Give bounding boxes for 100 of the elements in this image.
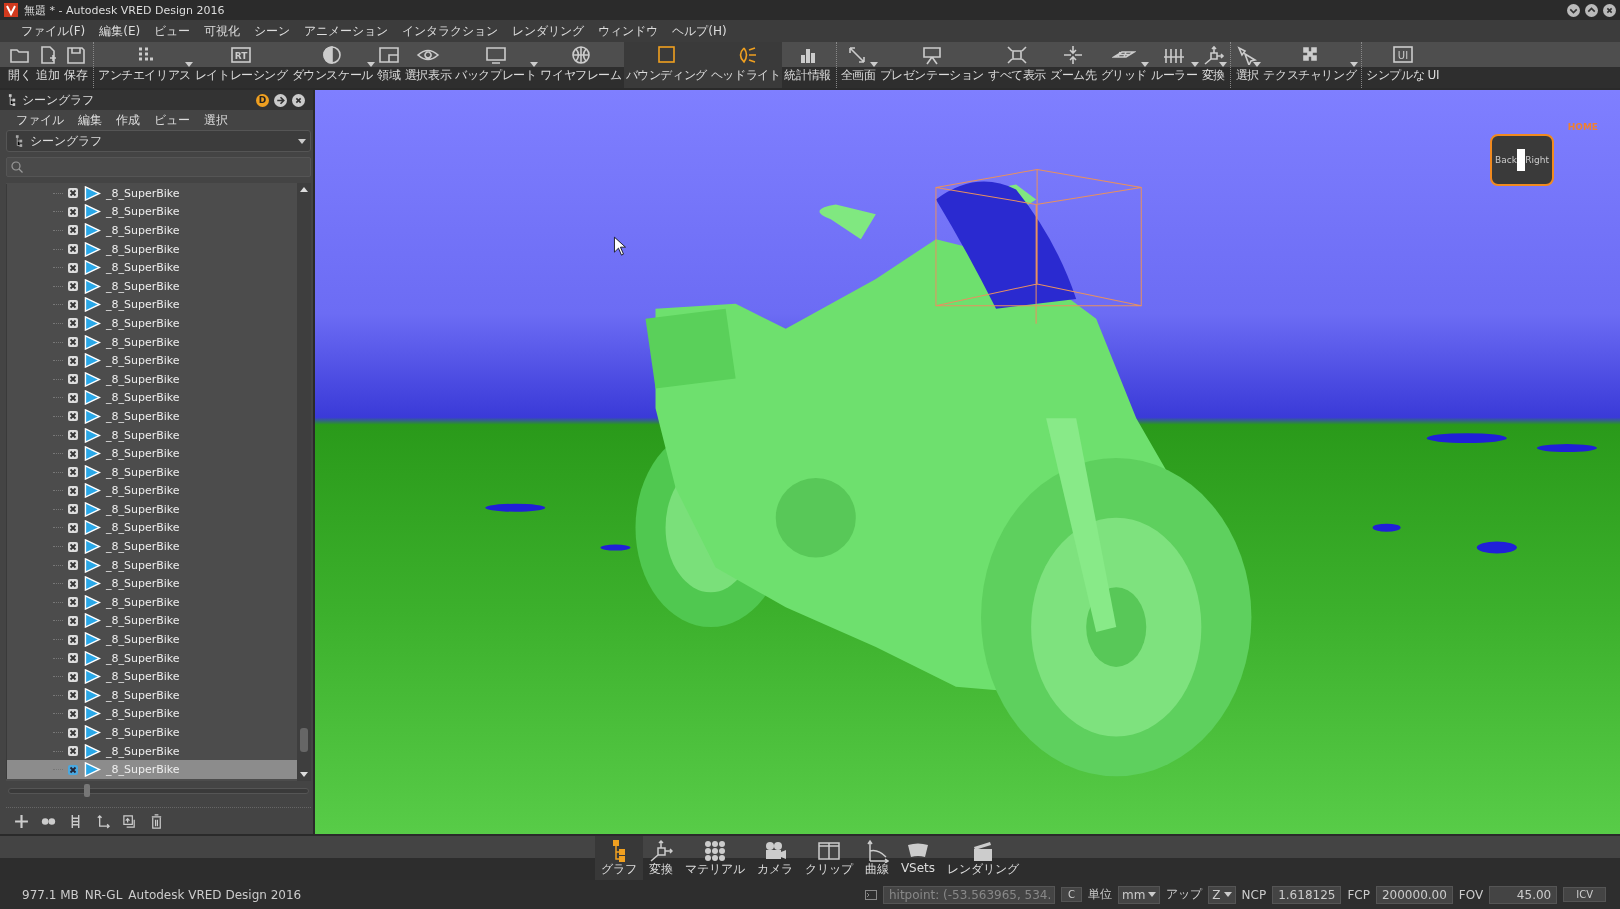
tree-item[interactable]: _8_SuperBike: [6, 462, 297, 482]
toolbar-button[interactable]: アンチエイリアス: [93, 42, 193, 88]
trash-icon[interactable]: [149, 813, 164, 829]
tree-item[interactable]: _8_SuperBike: [6, 537, 297, 556]
toolbar-button[interactable]: 追加: [34, 42, 62, 88]
toolbar-button[interactable]: テクスチャリング: [1261, 42, 1359, 88]
tree-item[interactable]: _8_SuperBike: [6, 648, 297, 668]
menu-item[interactable]: ビュー: [154, 111, 190, 129]
dock-tab[interactable]: レンダリング: [941, 836, 1026, 880]
scroll-thumb[interactable]: [300, 728, 308, 752]
dock-tab[interactable]: 変換: [642, 836, 679, 880]
visibility-checkbox[interactable]: [68, 523, 78, 533]
visibility-checkbox[interactable]: [68, 448, 78, 459]
dock-tab[interactable]: 曲線: [858, 836, 895, 880]
toolbar-button[interactable]: プレゼンテーション: [877, 42, 987, 88]
visibility-checkbox[interactable]: [68, 374, 78, 385]
up-axis-dropdown[interactable]: Z: [1208, 885, 1236, 904]
tree-item[interactable]: _8_SuperBike: [6, 258, 297, 277]
axes-icon[interactable]: [95, 813, 110, 829]
tree-item[interactable]: _8_SuperBike: [6, 686, 297, 705]
console-icon[interactable]: [864, 889, 877, 900]
toolbar-button[interactable]: バックプレート: [453, 42, 539, 88]
tree-item[interactable]: _8_SuperBike: [6, 295, 297, 315]
dock-tab[interactable]: グラフ: [594, 836, 643, 880]
fcp-field[interactable]: 200000.00: [1375, 885, 1453, 904]
tree-item[interactable]: _8_SuperBike: [6, 574, 297, 594]
visibility-checkbox[interactable]: [68, 708, 78, 719]
toolbar-button[interactable]: 保存: [62, 42, 90, 88]
tree-item[interactable]: _8_SuperBike: [6, 351, 297, 370]
menu-item[interactable]: 編集(E): [92, 22, 148, 40]
visibility-checkbox[interactable]: [68, 541, 78, 552]
maximize-icon[interactable]: [1585, 3, 1598, 17]
dock-tab[interactable]: VSets: [894, 836, 942, 880]
visibility-checkbox[interactable]: [68, 318, 78, 329]
close-icon[interactable]: [292, 93, 305, 107]
tree-item[interactable]: _8_SuperBike: [6, 221, 297, 240]
tree-item[interactable]: _8_SuperBike: [6, 481, 297, 501]
tree-item[interactable]: _8_SuperBike: [6, 202, 297, 222]
menu-item[interactable]: ウィンドウ: [591, 22, 666, 40]
toolbar-button[interactable]: ワイヤフレーム: [538, 42, 624, 88]
toolbar-button[interactable]: ルーラー: [1148, 42, 1200, 88]
visibility-checkbox[interactable]: [68, 188, 78, 199]
menu-item[interactable]: ビュー: [147, 22, 198, 40]
menu-item[interactable]: ファイル(F): [14, 22, 93, 40]
3d-viewport[interactable]: HOME Back Right: [315, 90, 1620, 834]
menu-item[interactable]: 可視化: [197, 22, 248, 40]
unit-dropdown[interactable]: mm: [1117, 885, 1161, 904]
tree-item[interactable]: _8_SuperBike: [6, 407, 297, 426]
view-dropdown[interactable]: シーングラフ: [6, 130, 311, 152]
minimize-icon[interactable]: [1567, 3, 1580, 17]
toolbar-button[interactable]: UI シンプルな UI: [1361, 42, 1442, 88]
visibility-checkbox[interactable]: [68, 392, 78, 403]
visibility-checkbox[interactable]: [68, 337, 78, 348]
fov-field[interactable]: 45.00: [1489, 885, 1558, 904]
tree-item[interactable]: _8_SuperBike: [6, 723, 297, 742]
toolbar-button[interactable]: バウンディング: [623, 42, 709, 88]
tree-item[interactable]: _8_SuperBike: [6, 314, 297, 333]
navigation-cube[interactable]: Back Right: [1490, 134, 1554, 186]
slider-thumb[interactable]: [83, 784, 90, 797]
icv-button[interactable]: ICV: [1563, 887, 1606, 902]
tree-item[interactable]: _8_SuperBike: [6, 611, 297, 631]
visibility-checkbox[interactable]: [68, 746, 78, 757]
visibility-checkbox[interactable]: [68, 299, 78, 310]
toolbar-button[interactable]: RT レイトレーシング: [192, 42, 290, 88]
visibility-checkbox[interactable]: [68, 430, 78, 440]
tree-item[interactable]: _8_SuperBike: [6, 667, 297, 687]
tree-item[interactable]: _8_SuperBike: [6, 388, 297, 408]
ncp-field[interactable]: 1.618125: [1272, 885, 1342, 904]
tree-item[interactable]: _8_SuperBike: [6, 444, 297, 463]
tree-item[interactable]: _8_SuperBike: [6, 555, 297, 575]
visibility-checkbox[interactable]: [68, 355, 78, 366]
tree-item[interactable]: _8_SuperBike: [6, 630, 297, 649]
tree-item[interactable]: _8_SuperBike: [6, 332, 297, 352]
tree-item[interactable]: _8_SuperBike: [6, 369, 297, 389]
toolbar-button[interactable]: ヘッドライト: [708, 42, 783, 88]
scroll-down-icon[interactable]: [300, 772, 308, 777]
visibility-checkbox[interactable]: [68, 615, 78, 626]
toolbar-button[interactable]: 選択: [1230, 42, 1262, 88]
visibility-checkbox[interactable]: [68, 690, 78, 701]
visibility-checkbox[interactable]: [68, 578, 78, 589]
copy-icon[interactable]: [122, 813, 137, 829]
tree-item[interactable]: _8_SuperBike: [6, 276, 297, 296]
menu-item[interactable]: 編集: [78, 111, 102, 129]
toolbar-button[interactable]: ズーム先: [1048, 42, 1099, 88]
scrollbar[interactable]: [297, 183, 311, 781]
toolbar-button[interactable]: 選択表示: [402, 42, 454, 88]
scroll-up-icon[interactable]: [300, 187, 308, 192]
menu-item[interactable]: 選択: [204, 111, 228, 129]
toolbar-button[interactable]: 領域: [374, 42, 403, 88]
visibility-checkbox[interactable]: [68, 653, 78, 664]
tree-item[interactable]: _8_SuperBike: [6, 239, 297, 259]
toolbar-button[interactable]: すべて表示: [986, 42, 1049, 88]
visibility-checkbox[interactable]: [68, 560, 78, 571]
d-button[interactable]: D: [256, 93, 269, 107]
dock-tab[interactable]: カメラ: [750, 836, 799, 880]
arrow-icon[interactable]: [274, 93, 287, 107]
toolbar-button[interactable]: 開く: [6, 42, 34, 88]
toolbar-button[interactable]: 変換: [1199, 42, 1228, 88]
menu-item[interactable]: シーン: [247, 22, 298, 40]
close-icon[interactable]: [1603, 3, 1616, 17]
